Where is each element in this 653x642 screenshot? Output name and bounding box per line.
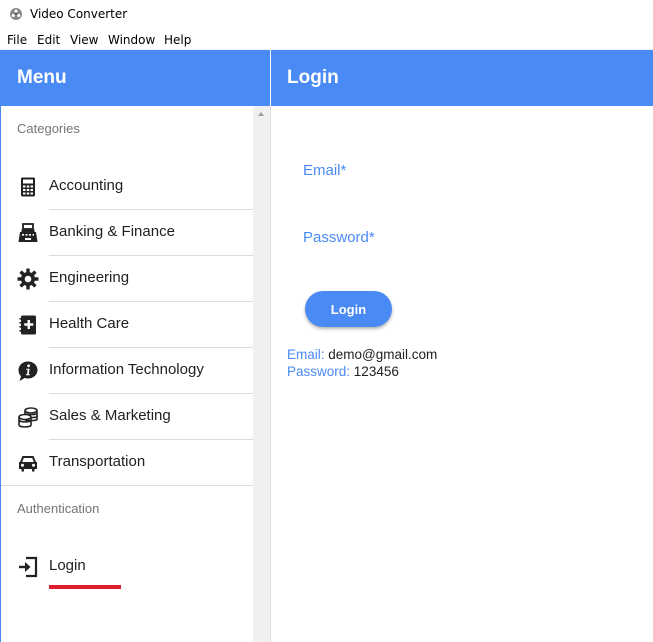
selected-indicator [49,585,121,589]
app-window: Video Converter File Edit View Window He… [0,0,653,642]
sidebar-item-label: Information Technology [49,361,204,378]
sidebar-item-login[interactable]: Login [1,544,253,590]
sidebar-header: Menu [0,50,270,106]
film-reel-icon [10,8,22,20]
content-header: Login [271,50,653,106]
demo-email-line: Email: demo@gmail.com [287,347,437,362]
sidebar-item-banking-finance[interactable]: Banking & Finance [1,210,253,256]
scroll-up-arrow-icon[interactable] [258,112,264,116]
menu-edit[interactable]: Edit [37,33,60,47]
gear-icon [17,268,39,290]
login-button[interactable]: Login [305,291,392,327]
sidebar-item-label: Health Care [49,315,130,332]
menu-bar: File Edit View Window Help [0,29,653,50]
sidebar-item-information-technology[interactable]: Information Technology [1,348,253,394]
demo-email-value: demo@gmail.com [328,347,438,362]
section-label-authentication: Authentication [17,501,100,516]
sidebar-item-label: Banking & Finance [49,223,175,240]
sidebar-item-label: Login [49,557,86,574]
menu-view[interactable]: View [70,33,98,47]
medical-book-icon [19,315,36,335]
section-divider [1,485,253,486]
demo-password-value: 123456 [353,364,399,379]
sidebar-item-engineering[interactable]: Engineering [1,256,253,302]
sidebar-item-label: Transportation [49,453,146,470]
sidebar-item-label: Engineering [49,269,130,286]
demo-password-line: Password: 123456 [287,364,399,379]
menu-window[interactable]: Window [108,33,155,47]
sidebar-scrollbar[interactable] [253,106,270,642]
menu-help[interactable]: Help [164,33,191,47]
calculator-icon [21,177,35,197]
sidebar-item-health-care[interactable]: Health Care [1,302,253,348]
sign-in-icon [19,556,38,578]
pane-divider [270,106,271,642]
info-bubble-icon [18,361,38,381]
sidebar-item-accounting[interactable]: Accounting [1,164,253,210]
sidebar-item-label: Accounting [49,177,124,194]
demo-password-key: Password: [287,364,351,379]
password-field[interactable]: Password* [303,229,375,246]
page-title: Login [287,67,339,88]
cash-register-icon [18,223,38,242]
email-field[interactable]: Email* [303,162,346,179]
section-label-categories: Categories [17,121,80,136]
window-title: Video Converter [30,7,128,21]
car-icon [19,456,37,472]
sidebar-title: Menu [17,67,67,88]
sidebar-item-label: Sales & Marketing [49,407,171,424]
menu-file[interactable]: File [7,33,27,47]
coins-icon [18,407,38,428]
sidebar-item-sales-marketing[interactable]: Sales & Marketing [1,394,253,440]
sidebar-item-transportation[interactable]: Transportation [1,440,253,486]
title-bar: Video Converter [0,0,653,29]
demo-email-key: Email: [287,347,325,362]
